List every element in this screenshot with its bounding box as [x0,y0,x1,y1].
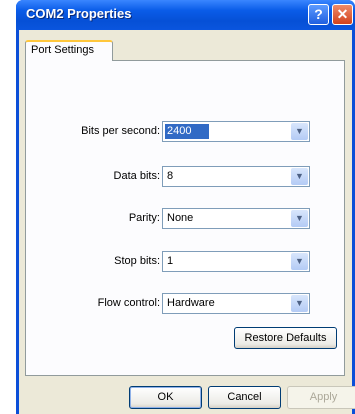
flow-control-select[interactable]: Hardware ▼ [162,293,310,314]
data-bits-select[interactable]: 8 ▼ [162,166,310,187]
parity-value: None [167,212,194,224]
data-bits-label: Data bits: [113,170,160,182]
chevron-down-icon[interactable]: ▼ [291,210,308,227]
apply-button[interactable]: Apply [287,386,355,409]
data-bits-row: Data bits: 8 ▼ [26,166,344,188]
stop-bits-value: 1 [167,255,174,267]
dialog-client-area: Port Settings Bits per second: 2400 ▼ Da… [19,30,355,414]
window-title: COM2 Properties [26,6,132,21]
flow-control-row: Flow control: Hardware ▼ [26,293,344,315]
com-properties-window: COM2 Properties ? ✕ Port Settings Bits p… [16,0,355,414]
stop-bits-row: Stop bits: 1 ▼ [26,251,344,273]
close-button[interactable]: ✕ [332,4,353,25]
data-bits-value: 8 [167,170,174,182]
parity-row: Parity: None ▼ [26,208,344,230]
parity-label: Parity: [128,212,160,224]
bits-per-second-label: Bits per second: [81,125,160,137]
chevron-down-icon[interactable]: ▼ [291,168,308,185]
parity-select[interactable]: None ▼ [162,208,310,229]
flow-control-value: Hardware [167,297,215,309]
stop-bits-label: Stop bits: [114,255,160,267]
bits-per-second-select[interactable]: 2400 ▼ [162,121,310,142]
bits-per-second-value: 2400 [165,124,209,139]
restore-defaults-button[interactable]: Restore Defaults [234,327,337,349]
stop-bits-select[interactable]: 1 ▼ [162,251,310,272]
bits-per-second-row: Bits per second: 2400 ▼ [26,121,344,143]
tab-port-settings[interactable]: Port Settings [25,40,113,61]
cancel-button[interactable]: Cancel [208,386,281,409]
ok-button[interactable]: OK [129,386,202,409]
chevron-down-icon[interactable]: ▼ [291,123,308,140]
chevron-down-icon[interactable]: ▼ [291,253,308,270]
title-bar[interactable]: COM2 Properties ? ✕ [16,0,355,30]
flow-control-label: Flow control: [97,297,160,309]
help-button[interactable]: ? [308,4,329,25]
port-settings-panel: Bits per second: 2400 ▼ Data bits: 8 ▼ P… [25,60,345,376]
chevron-down-icon[interactable]: ▼ [291,295,308,312]
